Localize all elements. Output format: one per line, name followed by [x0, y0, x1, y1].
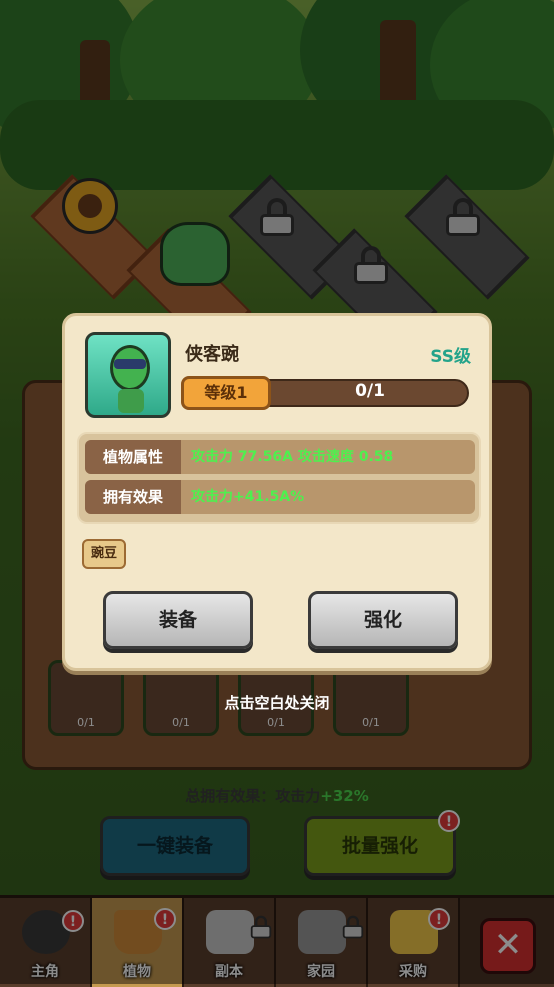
stat-label: 植物属性 — [85, 440, 181, 474]
plant-name: 侠客豌 — [185, 344, 239, 365]
equip-button[interactable]: 装备 — [103, 591, 253, 649]
level-pill: 等级1 — [181, 376, 271, 410]
plant-detail-modal: 侠客豌 SS级 等级1 0/1 植物属性 攻击力 77.56A 攻击速度 0.5… — [62, 313, 492, 671]
stats-panel: 植物属性 攻击力 77.56A 攻击速度 0.58 拥有效果 攻击力+41.5A… — [77, 432, 481, 524]
stat-label: 拥有效果 — [85, 480, 181, 514]
stat-row: 拥有效果 攻击力+41.5A% — [85, 480, 475, 514]
grade-label: SS级 — [430, 347, 471, 367]
stat-value: 攻击力 77.56A 攻击速度 0.58 — [191, 449, 394, 465]
stat-value: 攻击力+41.5A% — [191, 489, 305, 505]
plant-portrait — [85, 332, 171, 418]
stat-row: 植物属性 攻击力 77.56A 攻击速度 0.58 — [85, 440, 475, 474]
upgrade-button[interactable]: 强化 — [308, 591, 458, 649]
plant-type-tag: 豌豆 — [82, 539, 127, 569]
progress-text: 0/1 — [355, 381, 385, 401]
close-hint: 点击空白处关闭 — [224, 694, 330, 712]
